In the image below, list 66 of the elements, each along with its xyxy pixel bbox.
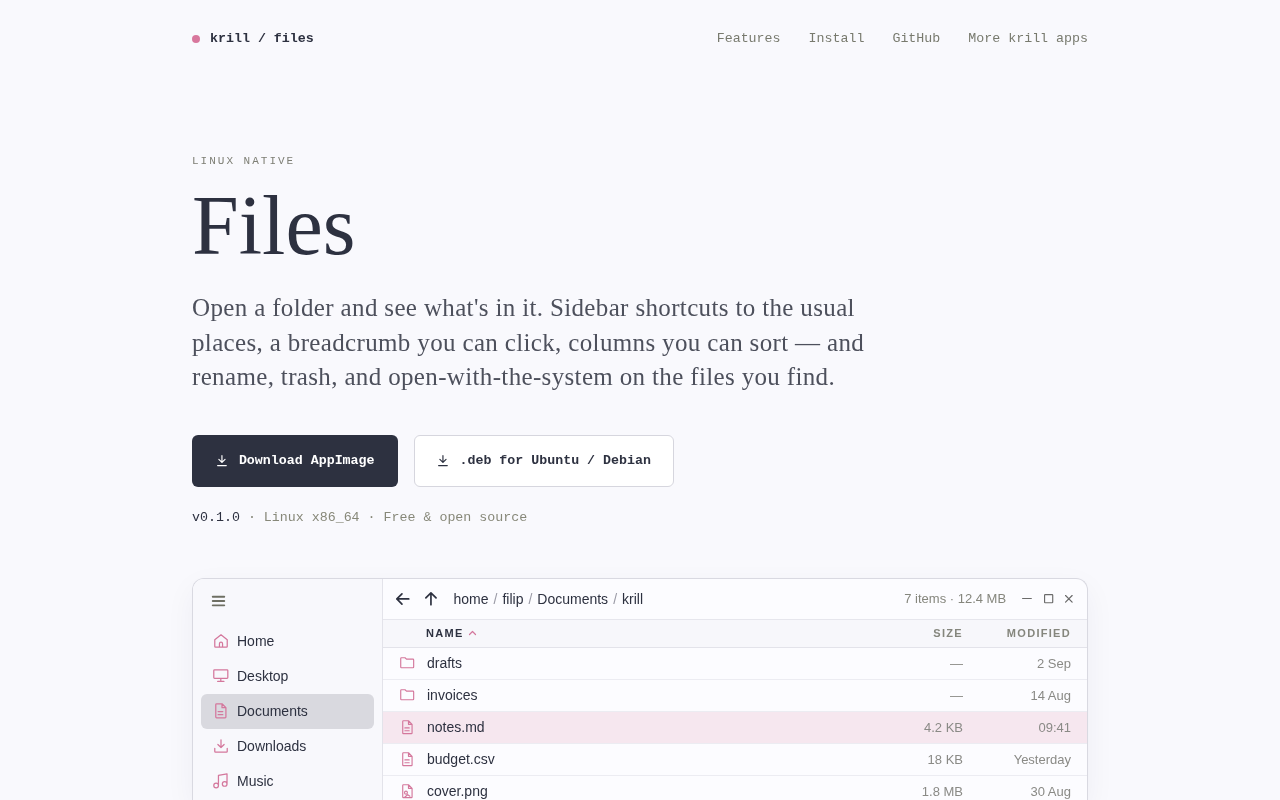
file-name: cover.png	[427, 783, 489, 799]
file-size: —	[949, 655, 963, 671]
breadcrumb-link[interactable]: krill	[622, 590, 643, 607]
appimage-download-button[interactable]: Download AppImage	[192, 434, 398, 487]
release-details: · Linux x86_64 · Free & open source	[247, 508, 528, 527]
file-name: notes.md	[427, 719, 486, 735]
close-icon[interactable]	[1065, 594, 1073, 603]
sidebar-item[interactable]: Desktop	[201, 658, 374, 694]
menu-icon[interactable]	[212, 595, 225, 607]
folder-icon	[400, 657, 415, 669]
breadcrumb-separator: /	[528, 590, 533, 607]
brand-dot-icon	[192, 35, 200, 43]
breadcrumb-separator: /	[613, 590, 617, 607]
file-size: 4.2 KB	[922, 719, 963, 735]
download-icon	[437, 454, 448, 467]
minimize-icon[interactable]	[1022, 597, 1032, 600]
document-icon	[402, 751, 413, 767]
sidebar-item[interactable]: Home	[201, 623, 374, 659]
page-title: Files	[192, 184, 357, 268]
download-icon	[217, 454, 227, 467]
column-header[interactable]: NAME	[426, 626, 853, 640]
nav-link[interactable]: GitHub	[892, 30, 941, 48]
sidebar-item[interactable]: Downloads	[201, 728, 374, 764]
nav-link[interactable]: Features	[716, 30, 781, 48]
breadcrumb-separator: /	[493, 590, 498, 607]
monitor-icon	[212, 669, 229, 683]
file-row[interactable]: notes.md 4.2 KB 09:41	[383, 711, 1087, 744]
file-name: budget.csv	[427, 751, 496, 767]
version-label: v0.1.0	[192, 508, 240, 527]
file-size: 18 KB	[926, 751, 963, 767]
document-icon	[402, 719, 413, 735]
eyebrow-label: LINUX NATIVE	[192, 154, 297, 169]
file-name: invoices	[427, 687, 479, 703]
sort-ascending-icon	[468, 631, 476, 635]
nav-link[interactable]: Install	[808, 30, 865, 48]
download-icon	[213, 739, 228, 753]
maximize-icon[interactable]	[1044, 593, 1054, 604]
deb-download-button[interactable]: .deb for Ubuntu / Debian	[413, 434, 674, 487]
lead-paragraph: Open a folder and see what's in it. Sidebar shortcuts to the usual places, a breadcrumb you can click, columns you can sort — and rename, trash, and open-with-the-system on the files you find.	[192, 293, 866, 392]
home-icon	[213, 634, 228, 648]
document-icon	[214, 703, 227, 719]
modified-date: 2 Sep	[1036, 655, 1071, 671]
file-row[interactable]: budget.csv 18 KB Yesterday	[383, 743, 1087, 776]
file-name: drafts	[427, 655, 463, 671]
brand-link[interactable]: krill / files	[210, 30, 314, 48]
file-size: 1.8 MB	[920, 783, 963, 799]
sidebar-item[interactable]: Documents	[201, 693, 374, 729]
modified-date: Yesterday	[1012, 751, 1071, 767]
breadcrumb-link[interactable]: home	[453, 590, 489, 607]
file-row[interactable]: cover.png 1.8 MB 30 Aug	[383, 775, 1087, 800]
breadcrumb-link[interactable]: filip	[502, 590, 524, 607]
file-row[interactable]: invoices — 14 Aug	[383, 679, 1087, 712]
music-note-icon	[213, 773, 228, 789]
modified-date: 14 Aug	[1029, 687, 1071, 703]
image-file-icon	[402, 783, 413, 799]
modified-date: 09:41	[1037, 719, 1071, 735]
folder-icon	[400, 689, 415, 701]
file-row[interactable]: drafts — 2 Sep	[383, 647, 1087, 680]
up-arrow-icon[interactable]	[424, 591, 437, 606]
file-size: —	[949, 687, 963, 703]
left-arrow-icon[interactable]	[396, 592, 410, 605]
sidebar-item[interactable]: Music	[201, 763, 374, 799]
modified-date: 30 Aug	[1029, 783, 1071, 799]
breadcrumb-link[interactable]: Documents	[537, 590, 609, 607]
nav-link[interactable]: More krill apps	[968, 30, 1088, 48]
folder-summary: 7 items · 12.4 MB	[904, 591, 1007, 606]
